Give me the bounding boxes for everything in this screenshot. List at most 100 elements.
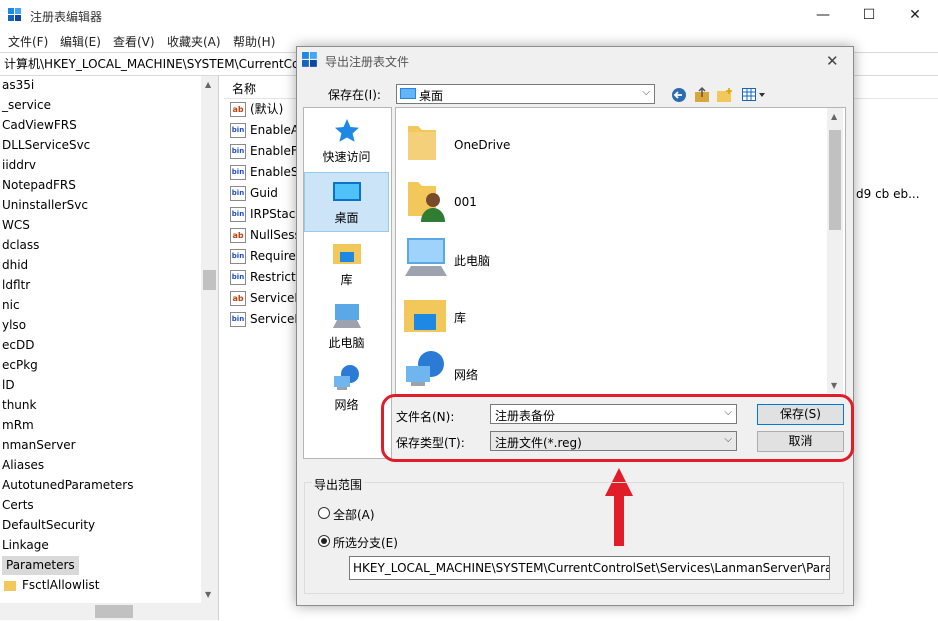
tree-scroll-thumb[interactable]: [203, 270, 216, 290]
tree-item[interactable]: _service: [2, 96, 51, 115]
file-item-this-pc[interactable]: 此电脑: [454, 252, 490, 269]
save-in-value: 桌面: [419, 89, 444, 103]
tree-item[interactable]: Aliases: [2, 456, 44, 475]
value-name: EnableA: [250, 123, 300, 137]
chevron-down-icon: ⌵: [642, 87, 650, 98]
dialog-close-button[interactable]: ✕: [826, 52, 839, 70]
scroll-down-arrow-icon[interactable]: ▼: [205, 590, 211, 599]
file-item-onedrive[interactable]: OneDrive: [454, 138, 510, 152]
string-value-icon: ab: [230, 228, 246, 243]
export-range-title: 导出范围: [312, 476, 365, 493]
save-in-combo[interactable]: 桌面 ⌵: [396, 84, 655, 104]
menu-help[interactable]: 帮助(H): [233, 33, 275, 50]
place-library[interactable]: 库: [304, 271, 389, 288]
tree-item[interactable]: dhid: [2, 256, 28, 275]
tree-item[interactable]: iiddrv: [2, 156, 36, 175]
tree-item[interactable]: nic: [2, 296, 20, 315]
minimize-button[interactable]: —: [800, 0, 846, 30]
value-row[interactable]: ab NullSess: [230, 225, 301, 246]
file-item-001[interactable]: 001: [454, 195, 477, 209]
binary-value-icon: bin: [230, 207, 246, 222]
value-row[interactable]: bin RestrictN: [230, 267, 305, 288]
library-icon: [333, 244, 361, 264]
library-large-icon: [404, 300, 446, 332]
tree-item[interactable]: ylso: [2, 316, 26, 335]
dialog-title: 导出注册表文件: [325, 55, 410, 69]
this-pc-large-icon: [405, 238, 447, 276]
value-row[interactable]: bin IRPStack: [230, 204, 302, 225]
tree-item[interactable]: dclass: [2, 236, 39, 255]
tree-item[interactable]: ldfltr: [2, 276, 30, 295]
maximize-button[interactable]: ☐: [846, 0, 892, 30]
value-name: (默认): [250, 102, 284, 116]
place-network[interactable]: 网络: [304, 396, 389, 413]
registry-tree: as35i _service CadViewFRS DLLServiceSvc iidd…: [0, 75, 219, 620]
up-folder-icon[interactable]: [694, 86, 710, 104]
radio-selected-branch-label[interactable]: 所选分支(E): [333, 534, 398, 551]
binary-value-icon: bin: [230, 165, 246, 180]
file-list-scroll-thumb[interactable]: [829, 130, 841, 230]
place-this-pc[interactable]: 此电脑: [304, 334, 389, 351]
tree-vertical-scrollbar[interactable]: [201, 76, 218, 603]
radio-all[interactable]: [318, 507, 330, 519]
column-name-header[interactable]: 名称: [232, 80, 256, 97]
file-scroll-up-icon[interactable]: ▲: [831, 112, 837, 121]
radio-all-label[interactable]: 全部(A): [333, 506, 375, 523]
tree-item[interactable]: UninstallerSvc: [2, 196, 88, 215]
value-row[interactable]: bin Guid: [230, 183, 278, 204]
place-quick-access[interactable]: 快速访问: [304, 148, 389, 165]
tree-item[interactable]: thunk: [2, 396, 36, 415]
value-row[interactable]: ab ServiceD: [230, 288, 304, 309]
string-value-icon: ab: [230, 102, 246, 117]
file-scroll-down-icon[interactable]: ▼: [831, 381, 837, 390]
menu-edit[interactable]: 编辑(E): [60, 33, 101, 50]
value-row[interactable]: ab (默认): [230, 99, 283, 120]
tree-item[interactable]: AutotunedParameters: [2, 476, 133, 495]
radio-selected-branch[interactable]: [318, 535, 330, 547]
view-menu-icon[interactable]: [742, 88, 768, 102]
file-item-library[interactable]: 库: [454, 309, 466, 326]
regedit-dialog-icon: [302, 52, 317, 67]
desktop-icon: [333, 182, 361, 201]
tree-item[interactable]: CadViewFRS: [2, 116, 77, 135]
value-row[interactable]: bin EnableA: [230, 120, 299, 141]
place-desktop[interactable]: 桌面: [304, 209, 389, 226]
value-data-snippet: d9 cb eb...: [856, 187, 920, 201]
tree-item[interactable]: WCS: [2, 216, 30, 235]
menu-file[interactable]: 文件(F): [8, 33, 48, 50]
scroll-up-arrow-icon[interactable]: ▲: [205, 80, 211, 89]
window-titlebar: [0, 0, 938, 30]
tree-item[interactable]: Linkage: [2, 536, 49, 555]
tree-item[interactable]: mRm: [2, 416, 34, 435]
tree-item[interactable]: Certs: [2, 496, 34, 515]
tree-item[interactable]: Parameters: [2, 556, 79, 575]
tree-item[interactable]: NotepadFRS: [2, 176, 76, 195]
tree-item[interactable]: ecPkg: [2, 356, 38, 375]
binary-value-icon: bin: [230, 123, 246, 138]
tree-item[interactable]: nmanServer: [2, 436, 76, 455]
binary-value-icon: bin: [230, 186, 246, 201]
menu-view[interactable]: 查看(V): [113, 33, 155, 50]
this-pc-icon: [333, 304, 361, 328]
new-folder-icon[interactable]: [716, 87, 734, 103]
tree-item[interactable]: DLLServiceSvc: [2, 136, 90, 155]
file-item-network[interactable]: 网络: [454, 366, 478, 383]
tree-item[interactable]: ecDD: [2, 336, 34, 355]
binary-value-icon: bin: [230, 249, 246, 264]
tree-item[interactable]: DefaultSecurity: [2, 516, 95, 535]
value-row[interactable]: bin RequireS: [230, 246, 303, 267]
menu-favorites[interactable]: 收藏夹(A): [167, 33, 221, 50]
close-window-button[interactable]: ✕: [892, 0, 938, 30]
tree-item-label: FsctlAllowlist: [22, 578, 100, 592]
tree-item[interactable]: FsctlAllowlist: [4, 576, 99, 595]
back-arrow-icon[interactable]: [671, 87, 687, 103]
tree-item[interactable]: lD: [2, 376, 15, 395]
value-row[interactable]: bin ServiceD: [230, 309, 304, 330]
value-row[interactable]: bin EnableFo: [230, 141, 305, 162]
tree-item[interactable]: as35i: [2, 76, 34, 95]
value-name: IRPStack: [250, 207, 303, 221]
network-large-icon: [406, 351, 444, 386]
tree-hscroll-thumb[interactable]: [95, 605, 133, 618]
branch-path-input[interactable]: HKEY_LOCAL_MACHINE\SYSTEM\CurrentControl…: [349, 556, 830, 580]
value-row[interactable]: bin EnableSe: [230, 162, 306, 183]
